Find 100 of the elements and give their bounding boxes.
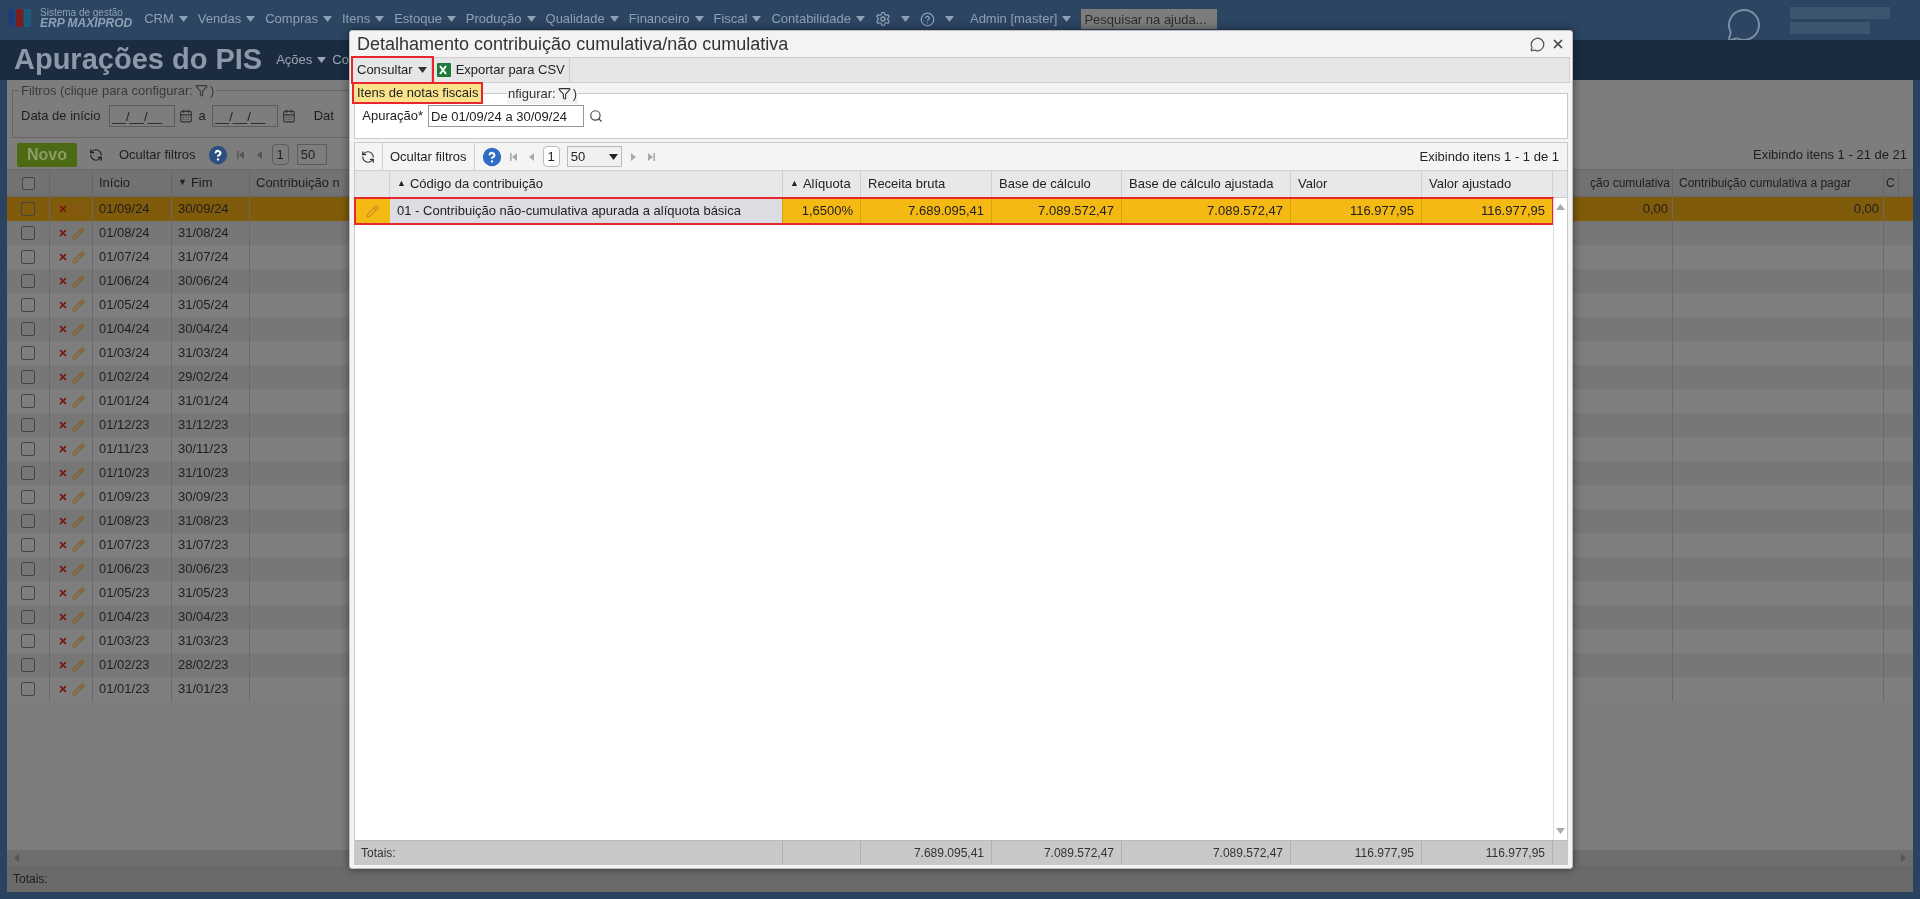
delete-icon[interactable] [57, 348, 68, 358]
row-checkbox[interactable] [21, 226, 35, 240]
delete-icon[interactable] [57, 684, 68, 694]
row-checkbox[interactable] [21, 370, 35, 384]
nav-menu[interactable]: Produção [465, 9, 536, 29]
page-number-field[interactable]: 1 [542, 145, 560, 168]
edit-icon[interactable] [71, 370, 85, 384]
edit-icon[interactable] [71, 586, 85, 600]
nav-menu[interactable]: Financeiro [628, 9, 704, 29]
delete-icon[interactable] [57, 372, 68, 382]
row-checkbox[interactable] [21, 634, 35, 648]
edit-icon[interactable] [71, 226, 85, 240]
nav-menu[interactable]: Itens [341, 9, 385, 29]
user-menu[interactable]: Admin [master] [969, 9, 1072, 29]
delete-icon[interactable] [57, 564, 68, 574]
first-page-icon[interactable] [235, 149, 246, 160]
period-field[interactable]: De 01/09/24 a 30/09/24 [428, 105, 584, 127]
row-checkbox[interactable] [21, 610, 35, 624]
row-checkbox[interactable] [21, 250, 35, 264]
help-icon[interactable] [919, 11, 935, 27]
filters-legend[interactable]: nfigurar: [508, 84, 556, 104]
page-size-select[interactable]: 50 [296, 143, 327, 166]
start-date-field[interactable]: __/__/__ [108, 105, 175, 127]
delete-icon[interactable] [57, 324, 68, 334]
edit-icon[interactable] [71, 658, 85, 672]
column-header[interactable]: Contribuição cumulativa a pagar [1673, 170, 1884, 196]
delete-icon[interactable] [57, 252, 68, 262]
edit-icon[interactable] [71, 634, 85, 648]
edit-icon[interactable] [71, 250, 85, 264]
delete-icon[interactable] [57, 516, 68, 526]
row-checkbox[interactable] [21, 274, 35, 288]
row-checkbox[interactable] [21, 322, 35, 336]
close-icon[interactable] [1551, 37, 1565, 51]
row-checkbox[interactable] [21, 394, 35, 408]
delete-icon[interactable] [57, 420, 68, 430]
row-checkbox[interactable] [21, 490, 35, 504]
vertical-scrollbar[interactable] [1553, 198, 1567, 840]
last-page-icon[interactable] [645, 151, 656, 162]
row-checkbox[interactable] [21, 562, 35, 576]
chat-icon[interactable] [1530, 36, 1545, 52]
delete-icon[interactable] [57, 612, 68, 622]
row-checkbox[interactable] [21, 466, 35, 480]
edit-icon[interactable] [71, 538, 85, 552]
settings-icon[interactable] [874, 11, 891, 27]
hide-filters-button[interactable]: Ocultar filtros [115, 144, 200, 165]
edit-icon[interactable] [71, 466, 85, 480]
column-header[interactable]: ▼ Fim [172, 170, 250, 196]
edit-icon[interactable] [71, 394, 85, 408]
page-size-select[interactable]: 50 [566, 145, 622, 168]
column-header[interactable]: Início [93, 170, 172, 196]
edit-icon[interactable] [71, 514, 85, 528]
column-header[interactable]: ção cumulativa [1580, 170, 1673, 196]
select-all-checkbox[interactable] [21, 176, 35, 190]
delete-icon[interactable] [57, 276, 68, 286]
help-icon[interactable] [207, 144, 228, 165]
first-page-icon[interactable] [508, 151, 519, 162]
row-checkbox[interactable] [21, 658, 35, 672]
hide-filters-button[interactable]: Ocultar filtros [390, 146, 467, 167]
nav-menu[interactable]: Compras [265, 9, 332, 29]
end-date-field[interactable]: __/__/__ [211, 105, 278, 127]
calendar-icon[interactable] [281, 109, 296, 123]
row-checkbox[interactable] [21, 538, 35, 552]
edit-icon[interactable] [366, 204, 379, 218]
chat-icon[interactable] [1726, 7, 1762, 43]
row-checkbox[interactable] [21, 346, 35, 360]
delete-icon[interactable] [57, 588, 68, 598]
edit-icon[interactable] [71, 274, 85, 288]
table-row[interactable]: 01 - Contribuição não-cumulativa apurada a alíquota básica 1,6500% 7.689.095,41 7.089.572,47 7.089.572,47 116.977,95 116.977,95 [355, 198, 1553, 224]
actions-menu[interactable]: Ações [276, 50, 327, 70]
column-header[interactable]: C [1884, 170, 1899, 196]
delete-icon[interactable] [57, 444, 68, 454]
row-checkbox[interactable] [21, 202, 35, 216]
edit-icon[interactable] [71, 610, 85, 624]
nav-menu[interactable]: Qualidade [545, 9, 619, 29]
help-icon[interactable] [481, 146, 502, 167]
toolbar-menu[interactable]: Co [332, 50, 349, 70]
edit-icon[interactable] [71, 490, 85, 504]
row-checkbox[interactable] [21, 682, 35, 696]
refresh-icon[interactable] [361, 149, 375, 164]
search-icon[interactable] [589, 109, 603, 123]
edit-icon[interactable] [71, 418, 85, 432]
nav-menu[interactable]: Fiscal [713, 9, 762, 29]
delete-icon[interactable] [57, 660, 68, 670]
consult-button[interactable]: Consultar [353, 58, 432, 82]
nav-menu[interactable]: Contabilidade [771, 9, 865, 29]
help-search-field[interactable]: Pesquisar na ajuda... [1081, 9, 1218, 29]
row-checkbox[interactable] [21, 514, 35, 528]
edit-icon[interactable] [71, 562, 85, 576]
delete-icon[interactable] [57, 540, 68, 550]
edit-icon[interactable] [71, 682, 85, 696]
delete-icon[interactable] [57, 204, 68, 214]
calendar-icon[interactable] [178, 109, 193, 123]
delete-icon[interactable] [57, 468, 68, 478]
row-checkbox[interactable] [21, 586, 35, 600]
delete-icon[interactable] [57, 492, 68, 502]
row-checkbox[interactable] [21, 298, 35, 312]
nav-menu[interactable]: Estoque [394, 9, 456, 29]
edit-icon[interactable] [71, 442, 85, 456]
filter-icon[interactable] [557, 87, 571, 101]
row-checkbox[interactable] [21, 418, 35, 432]
